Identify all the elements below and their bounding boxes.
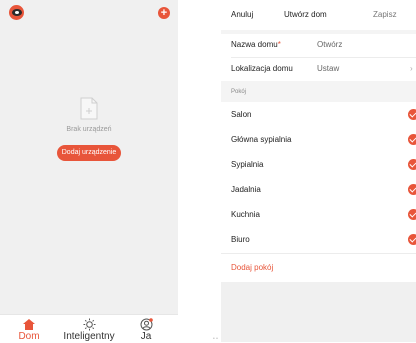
home-screen: + Brak urządzeń Dodaj urządzenie Dom Int… xyxy=(0,0,178,343)
page-title: Utwórz dom xyxy=(284,10,327,19)
empty-state-text: Brak urządzeń xyxy=(66,126,112,133)
section-gap xyxy=(221,81,416,102)
nav-smart[interactable]: Inteligentny xyxy=(59,317,119,342)
checkmark-icon[interactable] xyxy=(408,234,416,245)
checkmark-icon[interactable] xyxy=(408,209,416,220)
checkmark-icon[interactable] xyxy=(408,159,416,170)
home-name-input[interactable]: Otwórz xyxy=(317,34,342,56)
room-label: Salon xyxy=(231,110,252,119)
location-value[interactable]: Ustaw xyxy=(317,58,339,80)
nav-home[interactable]: Dom xyxy=(0,317,59,342)
app-logo-icon[interactable] xyxy=(9,5,24,20)
room-row[interactable]: Kuchnia xyxy=(221,202,416,227)
sun-icon xyxy=(83,318,95,330)
empty-document-icon xyxy=(80,97,98,120)
home-icon xyxy=(23,318,35,330)
cancel-button[interactable]: Anuluj xyxy=(231,10,253,19)
profile-icon xyxy=(140,317,153,330)
room-label: Główna sypialnia xyxy=(231,135,292,144)
add-room-button[interactable]: Dodaj pokój xyxy=(231,263,273,272)
create-home-header: Anuluj Utwórz dom Zapisz xyxy=(221,0,416,30)
checkmark-icon[interactable] xyxy=(408,109,416,120)
room-label: Biuro xyxy=(231,235,250,244)
room-row[interactable]: Salon xyxy=(221,102,416,127)
bottom-area xyxy=(221,282,416,342)
room-row[interactable]: Biuro xyxy=(221,227,416,252)
save-button[interactable]: Zapisz xyxy=(373,10,397,19)
top-bar: + xyxy=(0,0,178,28)
stray-dots: • • xyxy=(213,336,218,342)
nav-me[interactable]: Ja xyxy=(116,317,176,342)
room-row[interactable]: Główna sypialnia xyxy=(221,127,416,152)
divider xyxy=(221,253,416,254)
nav-me-label: Ja xyxy=(140,331,152,342)
room-row[interactable]: Jadalnia xyxy=(221,177,416,202)
required-mark: * xyxy=(277,40,281,49)
room-label: Sypialnia xyxy=(231,160,264,169)
location-row[interactable]: Lokalizacja domu Ustaw › xyxy=(221,58,416,80)
checkmark-icon[interactable] xyxy=(408,134,416,145)
room-label: Kuchnia xyxy=(231,210,260,219)
chevron-right-icon: › xyxy=(410,64,413,73)
home-name-row[interactable]: Nazwa domu* Otwórz xyxy=(221,34,416,56)
room-label: Jadalnia xyxy=(231,185,261,194)
checkmark-icon[interactable] xyxy=(408,184,416,195)
add-device-button[interactable]: Dodaj urządzenie xyxy=(57,145,121,161)
location-label: Lokalizacja domu xyxy=(231,64,293,73)
room-row[interactable]: Sypialnia xyxy=(221,152,416,177)
nav-home-label: Dom xyxy=(18,331,40,342)
rooms-section-label: Pokój xyxy=(231,89,247,95)
add-button[interactable]: + xyxy=(158,7,170,19)
create-home-screen: Anuluj Utwórz dom Zapisz Nazwa domu* Otw… xyxy=(221,0,416,342)
nav-smart-label: Inteligentny xyxy=(63,331,115,342)
bottom-nav: Dom Inteligentny Ja xyxy=(0,314,178,343)
home-name-label: Nazwa domu* xyxy=(231,40,281,49)
